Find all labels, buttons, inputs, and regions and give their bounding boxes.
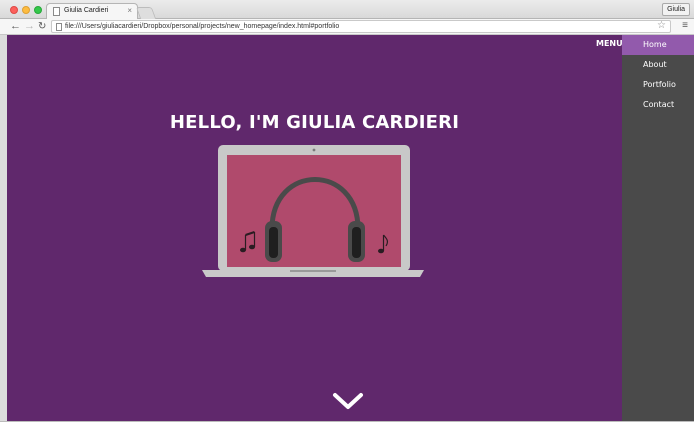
new-tab-button[interactable] bbox=[135, 7, 157, 19]
minimize-window-button[interactable] bbox=[22, 6, 30, 14]
laptop-headphones-illustration bbox=[202, 145, 424, 277]
page-icon bbox=[53, 7, 60, 16]
laptop-camera-icon bbox=[312, 148, 316, 152]
back-arrow-icon[interactable]: ← bbox=[10, 20, 21, 33]
reload-icon[interactable]: ↻ bbox=[38, 20, 46, 33]
tab-title: Giulia Cardieri bbox=[64, 7, 109, 14]
laptop-hinge bbox=[290, 270, 336, 272]
laptop-screen bbox=[227, 155, 401, 267]
menu-label[interactable]: MENU bbox=[596, 39, 622, 48]
forward-arrow-icon[interactable]: → bbox=[24, 20, 35, 33]
close-window-button[interactable] bbox=[10, 6, 18, 14]
nav-item-portfolio[interactable]: Portfolio bbox=[622, 75, 694, 95]
nav-item-about[interactable]: About bbox=[622, 55, 694, 75]
hero-title: HELLO, I'M GIULIA CARDIERI bbox=[169, 112, 460, 133]
tab-close-icon[interactable]: × bbox=[127, 6, 132, 15]
browser-tab[interactable]: Giulia Cardieri × bbox=[46, 3, 138, 20]
profile-button[interactable]: Giulia bbox=[662, 3, 690, 16]
page-icon bbox=[56, 23, 62, 31]
side-navigation: Home About Portfolio Contact bbox=[622, 35, 694, 421]
hero-section: MENU HELLO, I'M GIULIA CARDIERI bbox=[7, 35, 622, 421]
address-bar[interactable]: file:///Users/giuliacardieri/Dropbox/per… bbox=[51, 20, 671, 33]
nav-item-home[interactable]: Home bbox=[622, 35, 694, 55]
zoom-window-button[interactable] bbox=[34, 6, 42, 14]
window-left-edge bbox=[0, 35, 7, 422]
browser-toolbar: ← → ↻ file:///Users/giuliacardieri/Dropb… bbox=[0, 19, 694, 35]
nav-item-contact[interactable]: Contact bbox=[622, 95, 694, 115]
hamburger-menu-icon[interactable]: ≡ bbox=[682, 20, 688, 32]
bookmark-star-icon[interactable]: ☆ bbox=[657, 20, 666, 31]
url-text[interactable]: file:///Users/giuliacardieri/Dropbox/per… bbox=[65, 22, 339, 32]
browser-titlebar: Giulia Cardieri × Giulia bbox=[0, 0, 694, 20]
chevron-down-icon[interactable] bbox=[332, 390, 364, 412]
